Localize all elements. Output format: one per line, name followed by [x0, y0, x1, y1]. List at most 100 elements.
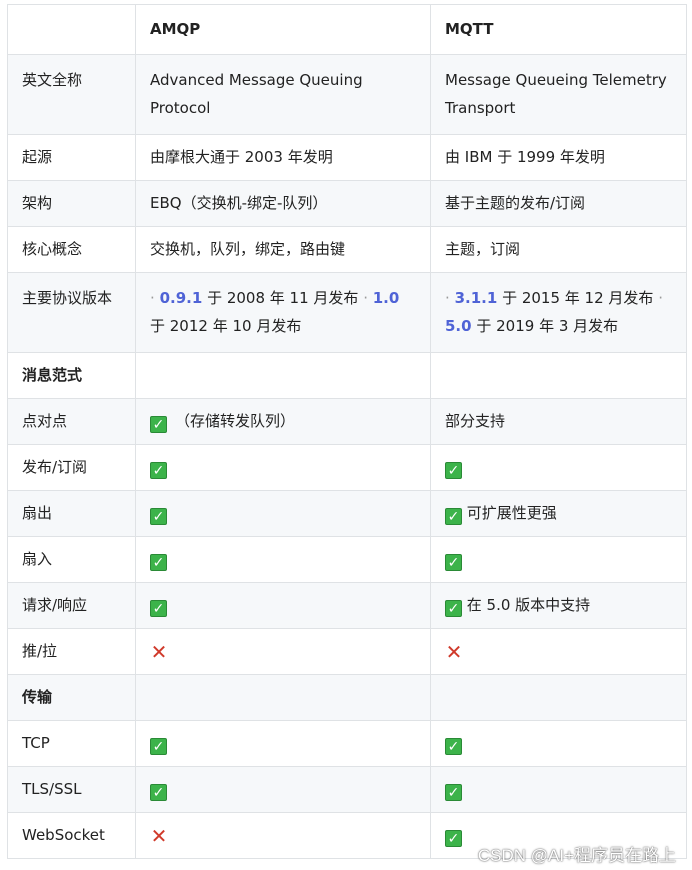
amqp-cell: ✓ （存储转发队列） — [135, 398, 431, 445]
mqtt-cell: ✓ — [430, 536, 687, 583]
table-row: TCP ✓ ✓ — [7, 720, 687, 767]
version-text: 于 2012 年 10 月发布 — [150, 317, 302, 335]
cross-mark-icon: ✕ — [150, 640, 168, 664]
check-mark-icon: ✓ — [150, 784, 167, 801]
table-row: 起源 由摩根大通于 2003 年发明 由 IBM 于 1999 年发明 — [7, 134, 687, 181]
version-link[interactable]: 5.0 — [445, 317, 472, 335]
row-label: 发布/订阅 — [7, 444, 136, 491]
row-label: 英文全称 — [7, 54, 136, 135]
amqp-cell: ✓ — [135, 582, 431, 629]
cell-note: 在 5.0 版本中支持 — [466, 596, 591, 614]
csdn-watermark: CSDN @AI+程序员在路上 — [477, 846, 676, 865]
empty-cell — [430, 352, 687, 399]
check-mark-icon: ✓ — [445, 554, 462, 571]
amqp-cell: ✕ — [135, 628, 431, 675]
bullet: · — [363, 289, 368, 307]
table-row: 英文全称 Advanced Message Queuing Protocol M… — [7, 54, 687, 135]
amqp-cell: 交换机，队列，绑定，路由键 — [135, 226, 431, 273]
bullet: · — [150, 289, 155, 307]
table-row: 架构 EBQ（交换机-绑定-队列） 基于主题的发布/订阅 — [7, 180, 687, 227]
version-text: 于 2015 年 12 月发布 — [502, 289, 654, 307]
check-mark-icon: ✓ — [445, 600, 462, 617]
table-row: 推/拉 ✕ ✕ — [7, 628, 687, 675]
empty-cell — [430, 674, 687, 721]
mqtt-cell: ✓ 在 5.0 版本中支持 — [430, 582, 687, 629]
header-mqtt: MQTT — [430, 4, 687, 55]
empty-cell — [135, 352, 431, 399]
check-mark-icon: ✓ — [150, 600, 167, 617]
row-label: 扇出 — [7, 490, 136, 537]
check-mark-icon: ✓ — [445, 784, 462, 801]
row-label: 核心概念 — [7, 226, 136, 273]
amqp-cell: ✓ — [135, 444, 431, 491]
check-mark-icon: ✓ — [150, 738, 167, 755]
header-amqp: AMQP — [135, 4, 431, 55]
mqtt-cell: ✕ — [430, 628, 687, 675]
amqp-cell: ✓ — [135, 536, 431, 583]
amqp-cell: ✓ — [135, 720, 431, 767]
table-row: 扇入 ✓ ✓ — [7, 536, 687, 583]
table-row: 发布/订阅 ✓ ✓ — [7, 444, 687, 491]
section-row: 消息范式 — [7, 352, 687, 399]
mqtt-cell: 主题，订阅 — [430, 226, 687, 273]
header-corner — [7, 4, 136, 55]
check-mark-icon: ✓ — [445, 830, 462, 847]
table-row: TLS/SSL ✓ ✓ — [7, 766, 687, 813]
row-label: 推/拉 — [7, 628, 136, 675]
check-mark-icon: ✓ — [445, 462, 462, 479]
row-label: WebSocket — [7, 812, 136, 859]
bullet: · — [445, 289, 450, 307]
version-text: 于 2019 年 3 月发布 — [476, 317, 619, 335]
row-label: TLS/SSL — [7, 766, 136, 813]
amqp-cell: 由摩根大通于 2003 年发明 — [135, 134, 431, 181]
section-row: 传输 — [7, 674, 687, 721]
amqp-mqtt-comparison-table: AMQP MQTT 英文全称 Advanced Message Queuing … — [7, 4, 687, 859]
table-row: 扇出 ✓ ✓ 可扩展性更强 — [7, 490, 687, 537]
section-label: 消息范式 — [7, 352, 136, 399]
amqp-cell: ✓ — [135, 490, 431, 537]
cross-mark-icon: ✕ — [445, 640, 463, 664]
row-label: TCP — [7, 720, 136, 767]
check-mark-icon: ✓ — [150, 416, 167, 433]
check-mark-icon: ✓ — [150, 462, 167, 479]
row-label: 起源 — [7, 134, 136, 181]
check-mark-icon: ✓ — [445, 738, 462, 755]
row-label: 点对点 — [7, 398, 136, 445]
row-label: 主要协议版本 — [7, 272, 136, 353]
amqp-cell: Advanced Message Queuing Protocol — [135, 54, 431, 135]
mqtt-cell: ✓ — [430, 444, 687, 491]
version-link[interactable]: 3.1.1 — [455, 289, 498, 307]
amqp-cell: EBQ（交换机-绑定-队列） — [135, 180, 431, 227]
check-mark-icon: ✓ — [150, 554, 167, 571]
cell-note: （存储转发队列） — [175, 412, 296, 430]
amqp-cell: ✕ — [135, 812, 431, 859]
mqtt-cell: 部分支持 — [430, 398, 687, 445]
cell-note: 可扩展性更强 — [466, 504, 557, 522]
table-row: 核心概念 交换机，队列，绑定，路由键 主题，订阅 — [7, 226, 687, 273]
version-text: 于 2008 年 11 月发布 — [207, 289, 359, 307]
check-mark-icon: ✓ — [445, 508, 462, 525]
amqp-cell: · 0.9.1 于 2008 年 11 月发布 · 1.0 于 2012 年 1… — [135, 272, 431, 353]
version-link[interactable]: 0.9.1 — [160, 289, 203, 307]
check-mark-icon: ✓ — [150, 508, 167, 525]
cross-mark-icon: ✕ — [150, 824, 168, 848]
version-link[interactable]: 1.0 — [373, 289, 400, 307]
row-label: 请求/响应 — [7, 582, 136, 629]
header-row: AMQP MQTT — [7, 4, 687, 55]
table-row: 请求/响应 ✓ ✓ 在 5.0 版本中支持 — [7, 582, 687, 629]
mqtt-cell: ✓ 可扩展性更强 — [430, 490, 687, 537]
table-row: 点对点 ✓ （存储转发队列） 部分支持 — [7, 398, 687, 445]
mqtt-cell: 基于主题的发布/订阅 — [430, 180, 687, 227]
bullet: · — [658, 289, 663, 307]
section-label: 传输 — [7, 674, 136, 721]
amqp-cell: ✓ — [135, 766, 431, 813]
mqtt-cell: ✓ — [430, 720, 687, 767]
mqtt-cell: Message Queueing Telemetry Transport — [430, 54, 687, 135]
empty-cell — [135, 674, 431, 721]
mqtt-cell: · 3.1.1 于 2015 年 12 月发布 · 5.0 于 2019 年 3… — [430, 272, 687, 353]
table-row: 主要协议版本 · 0.9.1 于 2008 年 11 月发布 · 1.0 于 2… — [7, 272, 687, 353]
row-label: 架构 — [7, 180, 136, 227]
mqtt-cell: 由 IBM 于 1999 年发明 — [430, 134, 687, 181]
row-label: 扇入 — [7, 536, 136, 583]
mqtt-cell: ✓ — [430, 766, 687, 813]
